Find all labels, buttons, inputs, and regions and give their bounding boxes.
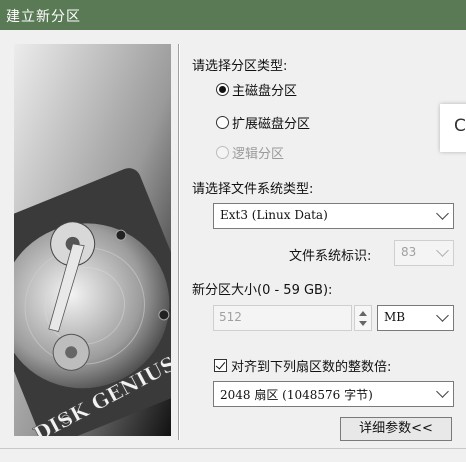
hard-disk-illustration: DISK GENIUS bbox=[14, 44, 171, 436]
radio-disabled-icon bbox=[216, 146, 229, 159]
filesystem-id-select: 83 bbox=[394, 240, 454, 266]
align-checkbox[interactable]: 对齐到下列扇区数的整数倍: bbox=[214, 356, 391, 375]
disk-genius-image: DISK GENIUS bbox=[14, 44, 171, 436]
radio-extended-partition[interactable]: 扩展磁盘分区 bbox=[216, 113, 310, 132]
align-sectors-select[interactable]: 2048 扇区 (1048576 字节) bbox=[213, 381, 454, 407]
radio-logical-partition: 逻辑分区 bbox=[216, 143, 284, 162]
filesystem-heading: 请选择文件系统类型: bbox=[192, 182, 314, 197]
radio-logical-label: 逻辑分区 bbox=[232, 147, 285, 162]
radio-extended-label: 扩展磁盘分区 bbox=[232, 117, 311, 132]
partition-type-heading: 请选择分区类型: bbox=[192, 59, 288, 74]
bottom-divider bbox=[0, 448, 466, 449]
chevron-down-icon bbox=[436, 309, 449, 322]
radio-primary-partition[interactable]: 主磁盘分区 bbox=[216, 80, 297, 99]
size-input: 512 bbox=[213, 305, 352, 331]
filesystem-select[interactable]: Ext3 (Linux Data) bbox=[213, 203, 454, 229]
window-title: 建立新分区 bbox=[6, 9, 81, 25]
size-spinner[interactable] bbox=[354, 305, 372, 331]
size-value: 512 bbox=[219, 310, 242, 324]
overlay-glyph: C bbox=[454, 116, 466, 136]
size-unit-select[interactable]: MB bbox=[377, 305, 454, 331]
details-button[interactable]: 详细参数<< bbox=[340, 417, 452, 441]
checkbox-checked-icon bbox=[214, 359, 227, 372]
filesystem-id-value: 83 bbox=[401, 245, 417, 259]
chevron-down-icon bbox=[436, 207, 449, 220]
chevron-down-icon bbox=[436, 385, 449, 398]
chevron-down-icon bbox=[436, 244, 449, 257]
align-sectors-value: 2048 扇区 (1048576 字节) bbox=[220, 388, 373, 402]
radio-primary-label: 主磁盘分区 bbox=[232, 84, 298, 99]
overlay-panel-edge: C bbox=[440, 104, 466, 152]
radio-selected-icon bbox=[216, 83, 229, 96]
spin-down-icon[interactable] bbox=[359, 321, 367, 326]
title-bar: 建立新分区 bbox=[0, 0, 466, 30]
filesystem-id-label: 文件系统标识: bbox=[289, 249, 372, 264]
size-heading: 新分区大小(0 - 59 GB): bbox=[192, 283, 333, 298]
vertical-separator bbox=[178, 44, 180, 440]
filesystem-value: Ext3 (Linux Data) bbox=[220, 208, 328, 222]
radio-unselected-icon bbox=[216, 116, 229, 129]
align-checkbox-label: 对齐到下列扇区数的整数倍: bbox=[231, 360, 392, 375]
spin-up-icon[interactable] bbox=[359, 311, 367, 316]
size-unit-value: MB bbox=[384, 310, 406, 324]
